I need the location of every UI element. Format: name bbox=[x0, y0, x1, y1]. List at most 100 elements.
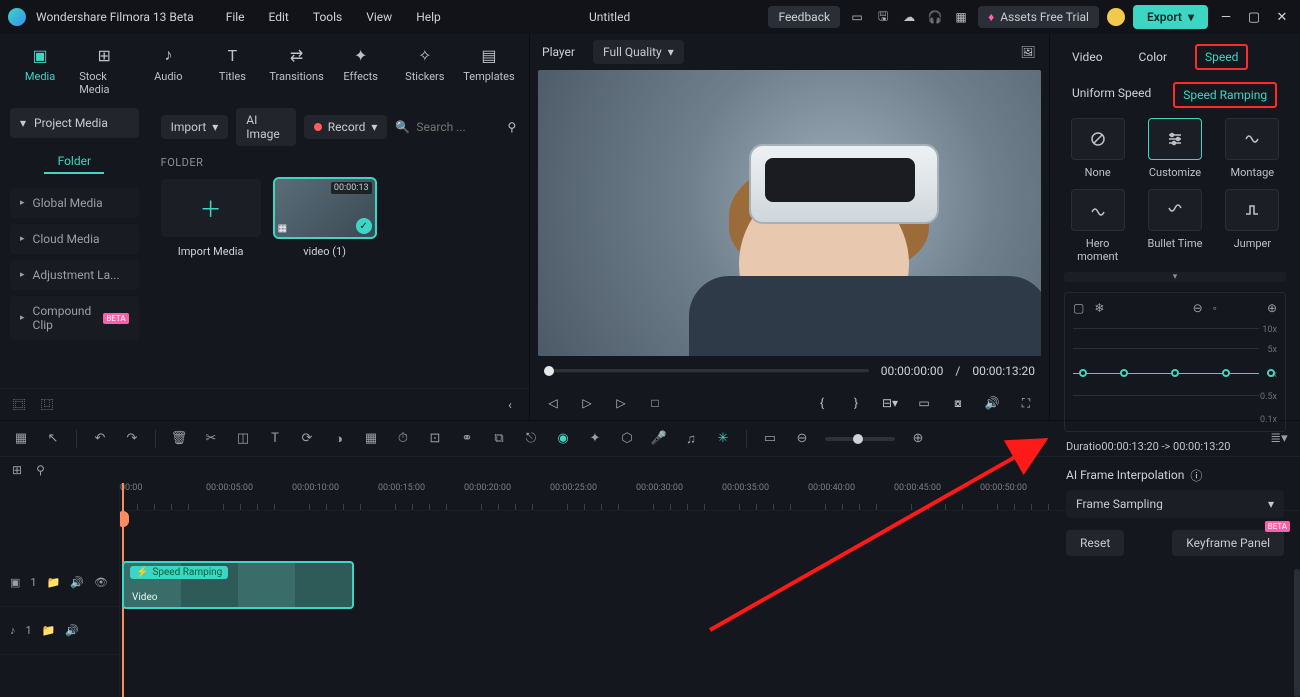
sparkle-icon[interactable]: ✦ bbox=[586, 431, 604, 446]
play-alt-icon[interactable]: ▷ bbox=[612, 396, 630, 410]
time-ruler[interactable]: 00:0000:00:05:0000:00:10:0000:00:15:0000… bbox=[120, 483, 1300, 511]
mark-out-icon[interactable]: } bbox=[847, 396, 865, 410]
speed-ramp-editor[interactable]: ▢❄ ⊖◦⊕ 10x 5x 1x 0.5x 0.1x bbox=[1064, 292, 1286, 432]
keyframe[interactable] bbox=[1120, 369, 1128, 377]
keyframe-dot-icon[interactable]: ◦ bbox=[1213, 301, 1217, 315]
mute-icon[interactable]: 🔊 bbox=[70, 576, 84, 589]
headphones-icon[interactable]: 🎧 bbox=[926, 8, 944, 26]
keyframe[interactable] bbox=[1171, 369, 1179, 377]
menu-file[interactable]: File bbox=[216, 6, 255, 28]
tree-compound-clip[interactable]: ▸Compound ClipBETA bbox=[10, 296, 139, 340]
import-media-tile[interactable]: ＋ Import Media bbox=[161, 179, 261, 258]
keyframe[interactable] bbox=[1222, 369, 1230, 377]
search-input[interactable] bbox=[416, 120, 496, 134]
redo-icon[interactable]: ↷ bbox=[123, 431, 141, 446]
menu-view[interactable]: View bbox=[356, 6, 402, 28]
audio-track-header[interactable]: ♪1📁🔊 bbox=[0, 607, 119, 655]
aspect-icon[interactable]: ⊟▾ bbox=[881, 396, 899, 410]
checkbox-icon[interactable]: ▢ bbox=[1073, 301, 1084, 315]
grid-icon[interactable]: ▦ bbox=[12, 431, 30, 446]
tab-titles[interactable]: TTitles bbox=[201, 40, 263, 100]
mask-icon[interactable]: ▦ bbox=[362, 431, 380, 446]
new-folder-icon[interactable]: ⿶ bbox=[38, 396, 56, 414]
scrub-track[interactable] bbox=[544, 369, 869, 373]
tree-cloud-media[interactable]: ▸Cloud Media bbox=[10, 224, 139, 254]
tab-stock-media[interactable]: ⊞Stock Media bbox=[73, 40, 135, 100]
tree-global-media[interactable]: ▸Global Media bbox=[10, 188, 139, 218]
window-close[interactable]: ✕ bbox=[1272, 10, 1292, 25]
menu-tools[interactable]: Tools bbox=[303, 6, 352, 28]
magic-icon[interactable]: ✳ bbox=[714, 431, 732, 446]
filter-icon[interactable]: ⚲ bbox=[504, 118, 519, 136]
eye-icon[interactable]: 👁 bbox=[94, 576, 108, 589]
keyframe[interactable] bbox=[1079, 369, 1087, 377]
tab-video[interactable]: Video bbox=[1064, 46, 1111, 68]
new-bin-icon[interactable]: ⿴ bbox=[10, 396, 28, 414]
color-icon[interactable]: ◑ bbox=[330, 431, 348, 447]
track-options-icon[interactable]: ⊞ bbox=[12, 463, 22, 477]
import-dropdown[interactable]: Import▾ bbox=[161, 115, 229, 139]
tab-transitions[interactable]: ⇄Transitions bbox=[266, 40, 328, 100]
add-keyframe-icon[interactable]: ⊕ bbox=[1267, 301, 1277, 315]
preset-jumper[interactable]: Jumper bbox=[1219, 189, 1286, 263]
mark-in-icon[interactable]: { bbox=[813, 396, 831, 410]
timeline-canvas[interactable]: 00:0000:00:05:0000:00:10:0000:00:15:0000… bbox=[120, 483, 1300, 697]
shield-icon[interactable]: ⬡ bbox=[618, 431, 636, 446]
rotate-icon[interactable]: ⟳ bbox=[298, 431, 316, 446]
zoom-in-icon[interactable]: ⊕ bbox=[909, 431, 927, 446]
expand-presets[interactable]: ▾ bbox=[1064, 272, 1286, 282]
group-icon[interactable]: ⧉ bbox=[490, 431, 508, 446]
collapse-icon[interactable]: ‹ bbox=[501, 396, 519, 414]
volume-icon[interactable]: 🔊 bbox=[983, 396, 1001, 410]
ai-image-button[interactable]: AI Image bbox=[236, 108, 295, 146]
tab-effects[interactable]: ✦Effects bbox=[330, 40, 392, 100]
mute-icon[interactable]: 🔊 bbox=[65, 624, 79, 637]
feedback-button[interactable]: Feedback bbox=[768, 6, 840, 28]
tab-media[interactable]: ▣Media bbox=[9, 40, 71, 100]
camera-icon[interactable]: ⧇ bbox=[949, 396, 967, 411]
quality-dropdown[interactable]: Full Quality ▾ bbox=[593, 40, 684, 64]
music-icon[interactable]: ♫ bbox=[682, 431, 700, 447]
fit-icon[interactable]: ⊡ bbox=[426, 431, 444, 446]
remove-keyframe-icon[interactable]: ⊖ bbox=[1193, 301, 1203, 315]
tab-templates[interactable]: ▤Templates bbox=[458, 40, 520, 100]
video-track-header[interactable]: ▣1📁🔊👁 bbox=[0, 559, 119, 607]
preset-customize[interactable]: Customize bbox=[1141, 118, 1208, 179]
cloud-icon[interactable]: ☁ bbox=[900, 8, 918, 26]
menu-help[interactable]: Help bbox=[406, 6, 451, 28]
tree-adjustment-layer[interactable]: ▸Adjustment La... bbox=[10, 260, 139, 290]
cut-icon[interactable]: ✂ bbox=[202, 431, 220, 446]
undo-icon[interactable]: ↶ bbox=[91, 431, 109, 446]
subtab-uniform-speed[interactable]: Uniform Speed bbox=[1064, 82, 1159, 108]
preset-montage[interactable]: Montage bbox=[1219, 118, 1286, 179]
record-dropdown[interactable]: Record▾ bbox=[304, 115, 388, 139]
display-icon[interactable]: ▭ bbox=[915, 396, 933, 410]
project-media-item[interactable]: ▾Project Media bbox=[10, 108, 139, 138]
folder-icon[interactable]: 📁 bbox=[47, 576, 61, 589]
speed-icon[interactable]: ⏱ bbox=[394, 431, 412, 446]
crop-icon[interactable]: ◫ bbox=[234, 431, 252, 446]
keyframe[interactable] bbox=[1267, 369, 1275, 377]
view-options-icon[interactable]: ≣▾ bbox=[1270, 431, 1288, 446]
fullscreen-icon[interactable]: ⛶ bbox=[1017, 396, 1035, 411]
play-icon[interactable]: ▷ bbox=[578, 396, 596, 410]
cursor-icon[interactable]: ↖ bbox=[44, 431, 62, 446]
tab-audio[interactable]: ♪Audio bbox=[137, 40, 199, 100]
apps-icon[interactable]: ▦ bbox=[952, 8, 970, 26]
media-search[interactable]: 🔍 bbox=[395, 120, 496, 134]
preset-bullet-time[interactable]: Bullet Time bbox=[1141, 189, 1208, 263]
text-icon[interactable]: T bbox=[266, 431, 284, 446]
zoom-slider[interactable] bbox=[825, 437, 895, 441]
user-avatar[interactable] bbox=[1107, 8, 1125, 26]
window-minimize[interactable]: — bbox=[1216, 10, 1236, 25]
subtab-speed-ramping[interactable]: Speed Ramping bbox=[1173, 82, 1277, 108]
stop-icon[interactable]: □ bbox=[646, 396, 664, 410]
detach-icon[interactable]: ⎋ bbox=[522, 431, 540, 446]
video-thumb[interactable]: 00:00:13 ▦ ✓ video (1) bbox=[275, 179, 375, 258]
export-button[interactable]: Export▾ bbox=[1133, 5, 1208, 29]
folder-icon[interactable]: 📁 bbox=[42, 624, 56, 637]
prev-frame-icon[interactable]: ◁ bbox=[544, 396, 562, 410]
save-icon[interactable]: 🖫 bbox=[874, 8, 892, 26]
preview-viewport[interactable] bbox=[538, 70, 1041, 356]
magnet-icon[interactable]: ⚲ bbox=[36, 463, 45, 477]
